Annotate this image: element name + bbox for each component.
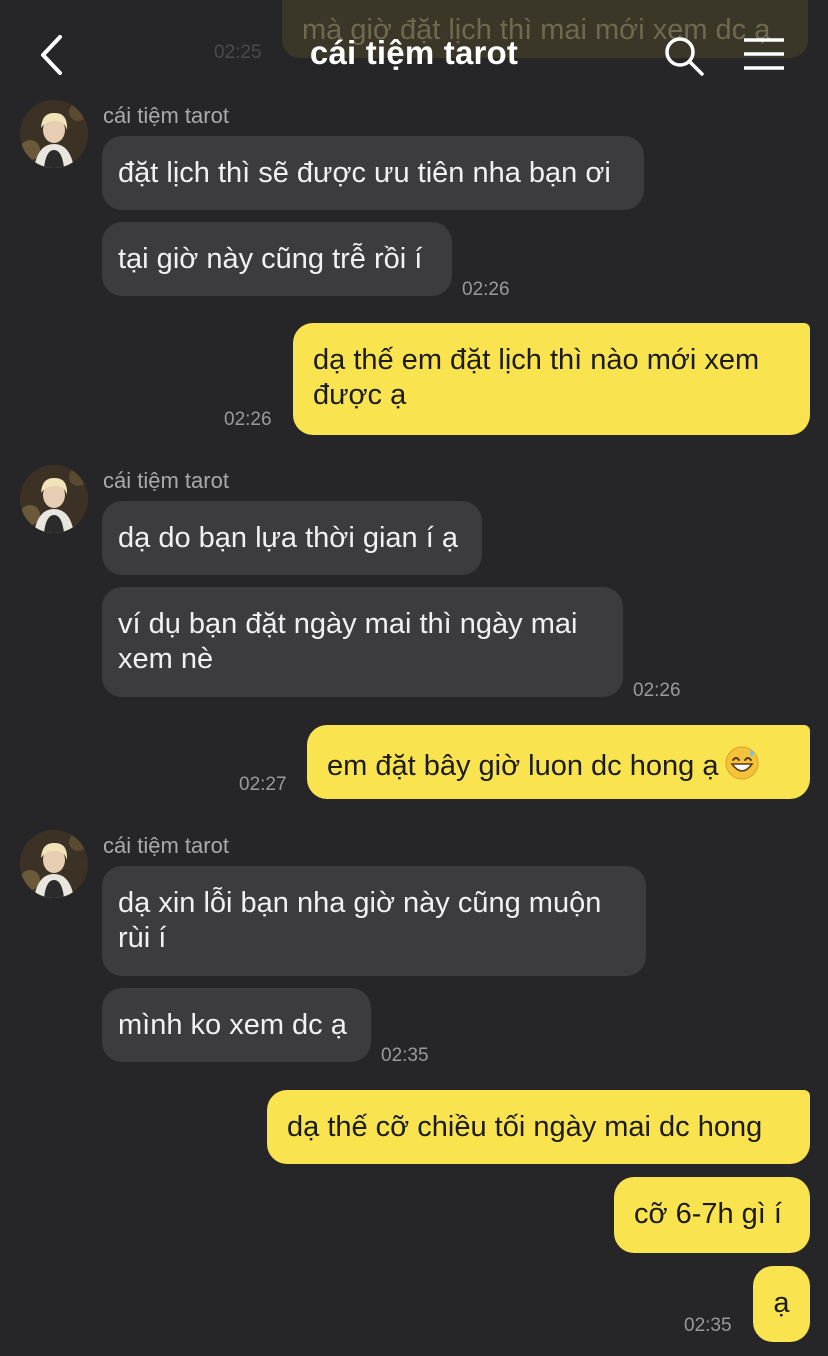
contact-avatar[interactable] xyxy=(20,465,88,533)
message-time: 02:27 xyxy=(239,774,287,795)
message-text: dạ thế em đặt lịch thì nào mới xem được … xyxy=(313,344,760,411)
incoming-message-bubble[interactable]: tại giờ này cũng trễ rồi í xyxy=(102,222,452,296)
message-time: 02:26 xyxy=(462,279,510,300)
message-text: mình ko xem dc ạ xyxy=(118,1009,347,1041)
message-text: ạ xyxy=(773,1287,790,1319)
outgoing-message-bubble[interactable]: dạ thế cỡ chiều tối ngày mai dc hong xyxy=(267,1090,810,1164)
message-text: dạ xin lỗi bạn nha giờ này cũng muộn rùi… xyxy=(118,887,602,954)
contact-avatar[interactable] xyxy=(20,830,88,898)
message-text: ví dụ bạn đặt ngày mai thì ngày mai xem … xyxy=(118,608,578,675)
message-time: 02:35 xyxy=(381,1045,429,1066)
outgoing-message-bubble[interactable]: em đặt bây giờ luon dc hong ạ xyxy=(307,725,810,799)
message-text: dạ do bạn lựa thời gian í ạ xyxy=(118,522,458,554)
incoming-message-bubble[interactable]: mình ko xem dc ạ xyxy=(102,988,371,1062)
search-icon[interactable] xyxy=(662,34,706,78)
message-text: dạ thế cỡ chiều tối ngày mai dc hong xyxy=(287,1111,763,1143)
message-time: 02:26 xyxy=(224,409,272,430)
message-text: đặt lịch thì sẽ được ưu tiên nha bạn ơi xyxy=(118,157,611,189)
incoming-message-bubble[interactable]: đặt lịch thì sẽ được ưu tiên nha bạn ơi xyxy=(102,136,644,210)
message-text: cỡ 6-7h gì í xyxy=(634,1198,782,1230)
incoming-message-bubble[interactable]: ví dụ bạn đặt ngày mai thì ngày mai xem … xyxy=(102,587,623,697)
message-time: 02:35 xyxy=(684,1315,732,1336)
incoming-message-bubble[interactable]: dạ do bạn lựa thời gian í ạ xyxy=(102,501,482,575)
chat-header: cái tiệm tarot xyxy=(0,0,828,100)
menu-icon[interactable] xyxy=(742,36,786,72)
outgoing-message-bubble[interactable]: dạ thế em đặt lịch thì nào mới xem được … xyxy=(293,323,810,435)
outgoing-message-bubble[interactable]: ạ xyxy=(753,1266,810,1342)
message-text: em đặt bây giờ luon dc hong ạ xyxy=(327,750,719,782)
message-text: tại giờ này cũng trễ rồi í xyxy=(118,243,423,275)
outgoing-message-bubble[interactable]: cỡ 6-7h gì í xyxy=(614,1177,810,1253)
incoming-message-bubble[interactable]: dạ xin lỗi bạn nha giờ này cũng muộn rùi… xyxy=(102,866,646,976)
sender-name: cái tiệm tarot xyxy=(103,103,229,128)
sender-name: cái tiệm tarot xyxy=(103,833,229,858)
sender-name: cái tiệm tarot xyxy=(103,468,229,493)
message-time: 02:26 xyxy=(633,680,681,701)
grinning-face-with-sweat-icon xyxy=(725,746,759,780)
contact-avatar[interactable] xyxy=(20,100,88,168)
